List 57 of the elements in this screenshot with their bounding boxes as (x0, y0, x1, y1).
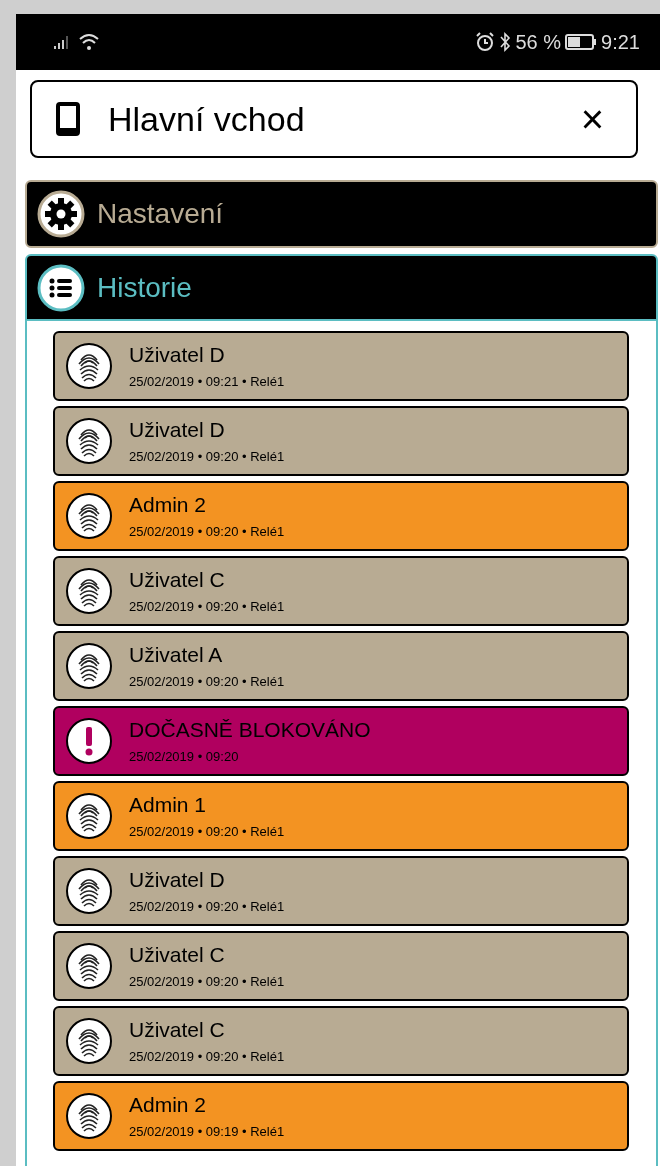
history-entry[interactable]: Uživatel C 25/02/2019 • 09:20 • Relé1 (53, 1006, 629, 1076)
entry-title: Admin 2 (129, 491, 208, 518)
close-button[interactable]: × (572, 99, 612, 139)
entry-title: Admin 1 (129, 791, 208, 818)
entry-detail: 25/02/2019 • 09:20 (129, 747, 240, 766)
gear-icon (37, 190, 85, 238)
entry-title: Uživatel D (129, 416, 226, 443)
history-entry[interactable]: Uživatel D 25/02/2019 • 09:20 • Relé1 (53, 406, 629, 476)
history-entry[interactable]: Uživatel A 25/02/2019 • 09:20 • Relé1 (53, 631, 629, 701)
fingerprint-icon (65, 417, 113, 465)
section-header[interactable]: Historie (25, 254, 658, 321)
entry-detail: 25/02/2019 • 09:20 • Relé1 (129, 672, 285, 691)
entry-detail: 25/02/2019 • 09:20 • Relé1 (129, 597, 285, 616)
history-entry[interactable]: Uživatel C 25/02/2019 • 09:20 • Relé1 (53, 556, 629, 626)
bluetooth-icon (499, 32, 512, 52)
entry-detail: 25/02/2019 • 09:20 • Relé1 (129, 447, 285, 466)
entry-title: Uživatel D (129, 341, 226, 368)
history-entry[interactable]: Admin 1 25/02/2019 • 09:20 • Relé1 (53, 781, 629, 851)
history-entry[interactable]: Uživatel C 25/02/2019 • 09:20 • Relé1 (53, 931, 629, 1001)
wifi-icon (78, 33, 100, 51)
fingerprint-icon (65, 792, 113, 840)
entry-detail: 25/02/2019 • 09:20 • Relé1 (129, 972, 285, 991)
fingerprint-icon (65, 492, 113, 540)
entry-title: Admin 2 (129, 1091, 208, 1118)
entry-detail: 25/02/2019 • 09:19 • Relé1 (129, 1122, 285, 1141)
fingerprint-icon (65, 1017, 113, 1065)
entry-title: Uživatel C (129, 941, 226, 968)
history-entry[interactable]: Admin 2 25/02/2019 • 09:19 • Relé1 (53, 1081, 629, 1151)
entry-title: Uživatel A (129, 641, 224, 668)
signal-icon (54, 35, 70, 49)
entry-title: Uživatel D (129, 866, 226, 893)
battery-icon (565, 34, 598, 50)
device-title: Hlavní vchod (108, 98, 306, 140)
battery-percentage: 56 % (515, 30, 562, 55)
history-entry[interactable]: Admin 2 25/02/2019 • 09:20 • Relé1 (53, 481, 629, 551)
fingerprint-icon (65, 342, 113, 390)
fingerprint-icon (65, 567, 113, 615)
fingerprint-icon (65, 867, 113, 915)
entry-detail: 25/02/2019 • 09:21 • Relé1 (129, 372, 285, 391)
entry-title: Uživatel C (129, 566, 226, 593)
history-entry[interactable]: Uživatel D 25/02/2019 • 09:21 • Relé1 (53, 331, 629, 401)
entry-detail: 25/02/2019 • 09:20 • Relé1 (129, 522, 285, 541)
history-entry[interactable]: Uživatel D 25/02/2019 • 09:20 • Relé1 (53, 856, 629, 926)
exclamation-icon (65, 717, 113, 765)
fingerprint-icon (65, 642, 113, 690)
entry-detail: 25/02/2019 • 09:20 • Relé1 (129, 897, 285, 916)
entry-title: DOČASNĚ BLOKOVÁNO (129, 716, 371, 743)
entry-title: Uživatel C (129, 1016, 226, 1043)
clock-time: 9:21 (601, 30, 640, 55)
phone-icon (56, 102, 80, 136)
list-icon (37, 263, 85, 312)
entry-detail: 25/02/2019 • 09:20 • Relé1 (129, 1047, 285, 1066)
section-header[interactable]: Nastavení (25, 180, 658, 248)
alarm-icon (475, 32, 496, 52)
entry-detail: 25/02/2019 • 09:20 • Relé1 (129, 822, 285, 841)
fingerprint-icon (65, 1092, 113, 1140)
fingerprint-icon (65, 942, 113, 990)
